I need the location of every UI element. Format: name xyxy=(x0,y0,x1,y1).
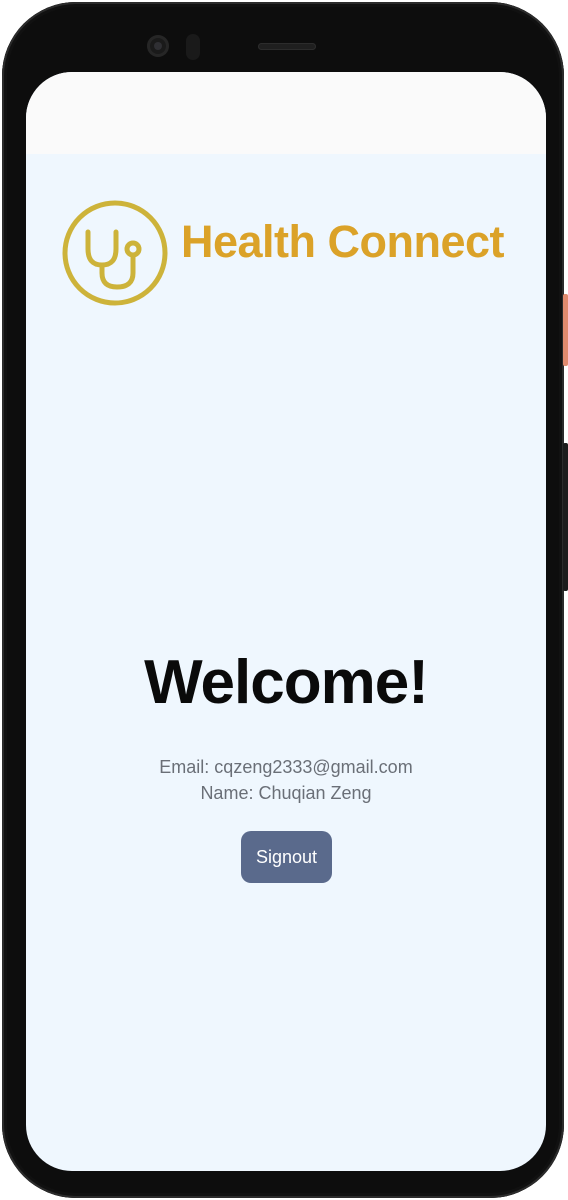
phone-frame: Health Connect Welcome! Email: cqzeng233… xyxy=(2,2,564,1198)
user-email: Email: cqzeng2333@gmail.com xyxy=(159,757,413,777)
earpiece-speaker xyxy=(258,43,316,50)
front-camera xyxy=(147,35,169,57)
app-title: Health Connect xyxy=(181,216,505,267)
volume-button xyxy=(563,443,568,591)
welcome-heading: Welcome! xyxy=(144,648,429,717)
app-screen: Health Connect Welcome! Email: cqzeng233… xyxy=(26,72,546,1171)
proximity-sensor xyxy=(186,34,200,60)
power-button xyxy=(563,294,568,366)
user-name: Name: Chuqian Zeng xyxy=(200,783,372,803)
status-bar xyxy=(26,72,546,154)
signout-button[interactable]: Signout xyxy=(241,831,332,883)
stethoscope-icon xyxy=(62,200,168,306)
